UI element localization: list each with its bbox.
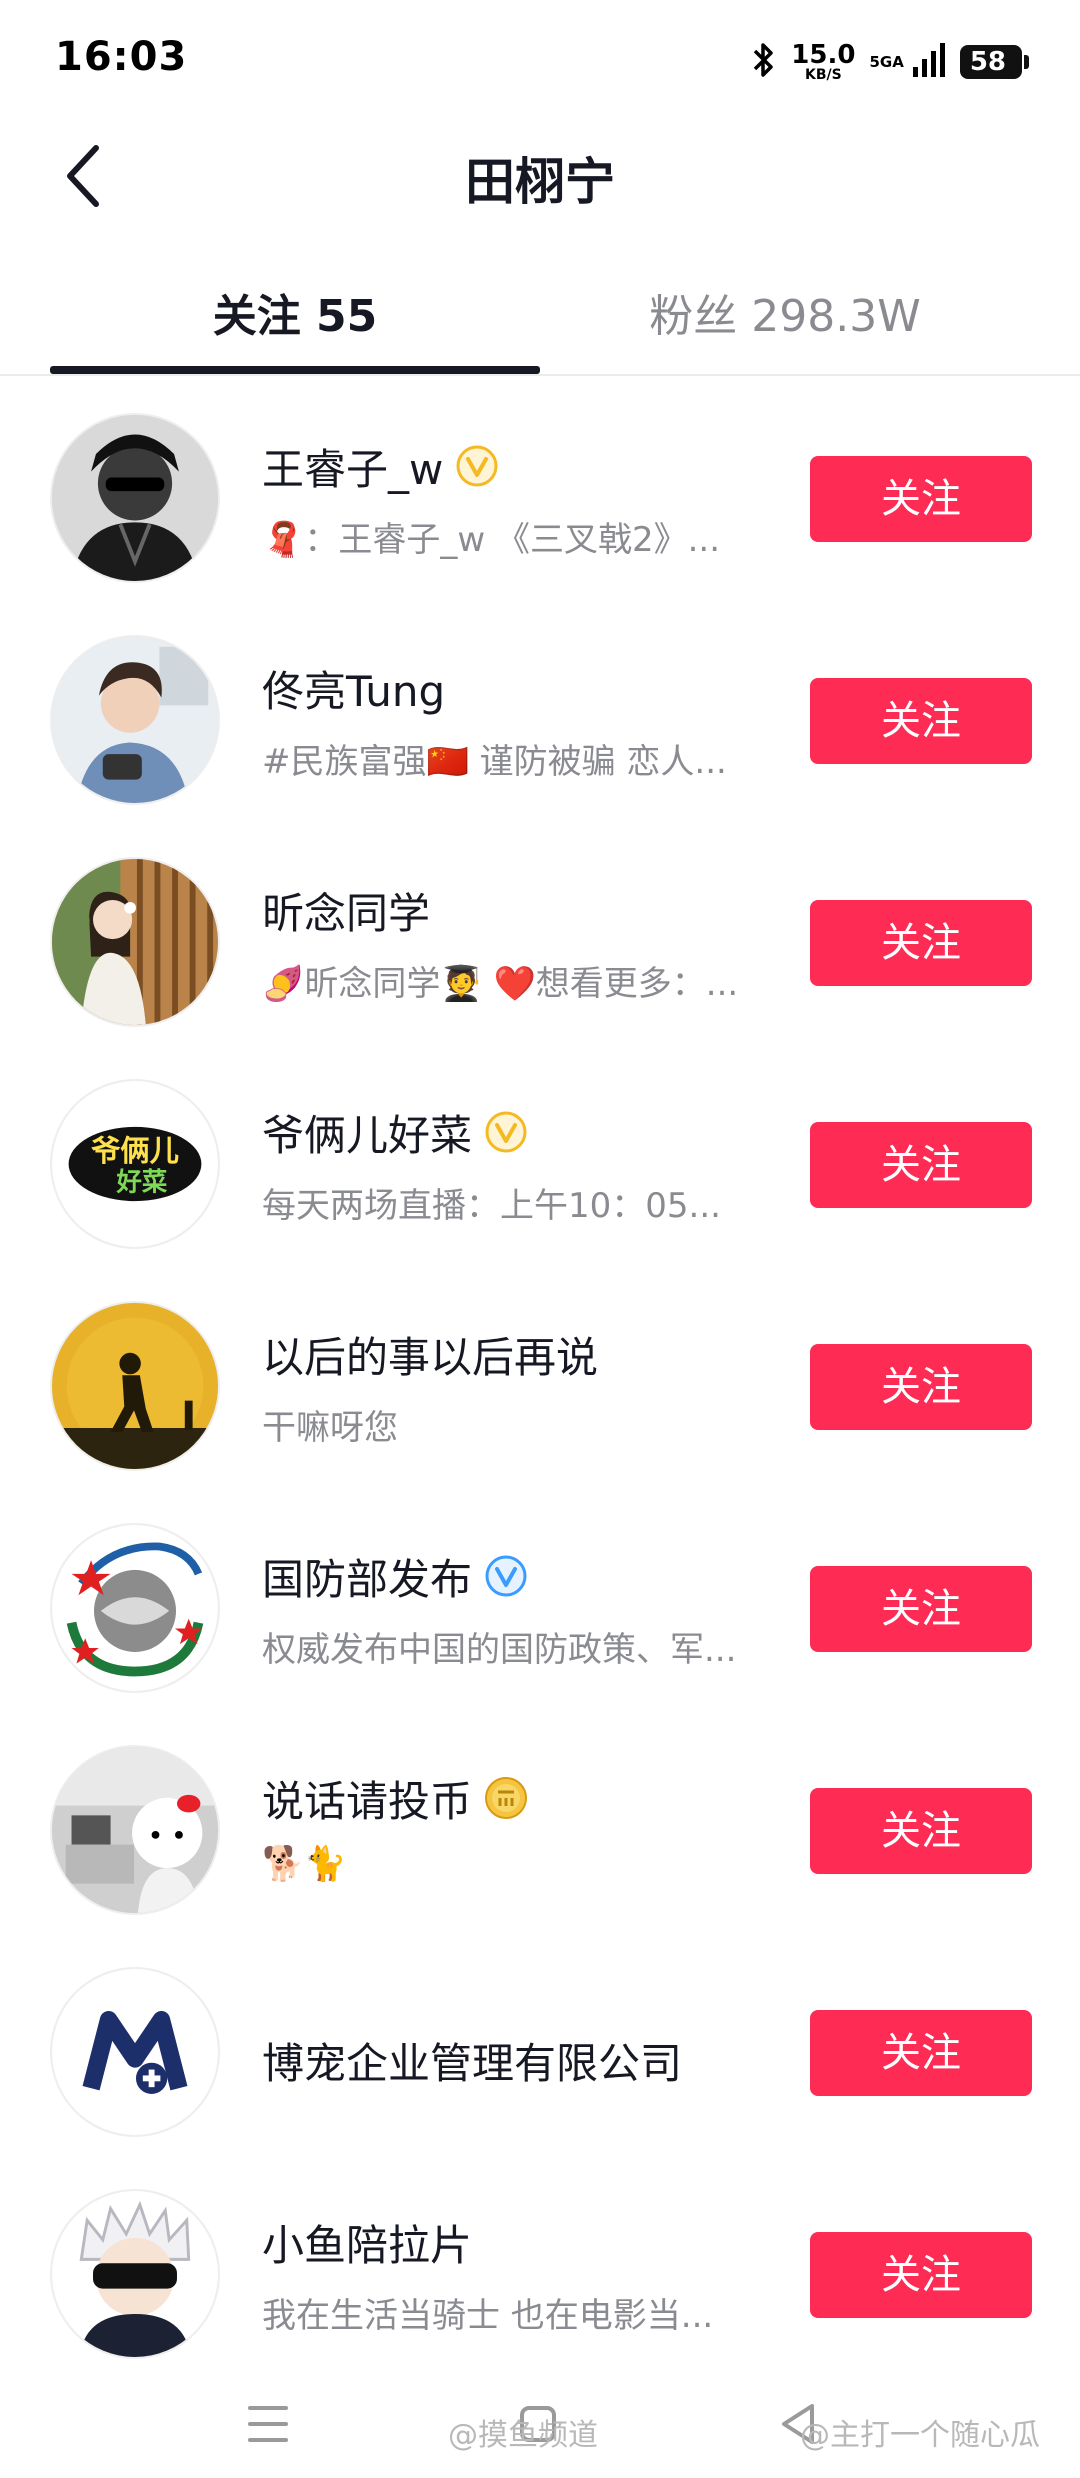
signal-icon: [912, 41, 946, 83]
avatar[interactable]: 爷俩儿 好菜: [50, 1079, 220, 1249]
verified-badge-icon: [484, 1554, 528, 1598]
user-name[interactable]: 博宠企业管理有限公司: [262, 2030, 682, 2091]
user-name[interactable]: 说话请投币: [262, 1768, 472, 1829]
user-name[interactable]: 佟亮Tung: [262, 658, 445, 719]
tab-bar: 关注 55 粉丝 298.3W: [0, 250, 1080, 376]
avatar[interactable]: [50, 1745, 220, 1915]
system-nav-bar: @摸鱼频道 @主打一个随心瓜: [0, 2370, 1080, 2478]
list-item[interactable]: 佟亮Tung #民族富强🇨🇳 谨防被骗 恋人... 关注: [0, 632, 1080, 854]
avatar[interactable]: [50, 635, 220, 805]
follow-button[interactable]: 关注: [810, 1566, 1032, 1652]
page-title: 田栩宁: [465, 153, 615, 211]
user-description: 🍠昕念同学🧑‍🎓 ❤️想看更多：...: [262, 964, 739, 1004]
follow-button[interactable]: 关注: [810, 678, 1032, 764]
user-name[interactable]: 爷俩儿好菜: [262, 1102, 472, 1163]
avatar[interactable]: [50, 1967, 220, 2137]
tab-fans[interactable]: 粉丝 298.3W: [540, 280, 1030, 342]
list-item[interactable]: 爷俩儿 好菜 爷俩儿好菜 每天两场直播：上午10：05... 关注: [0, 1076, 1080, 1298]
status-time: 16:03: [55, 34, 188, 80]
list-item[interactable]: 王睿子_w 🧣：王睿子_w 《三叉戟2》... 关注: [0, 410, 1080, 632]
list-item[interactable]: 以后的事以后再说 干嘛呀您 关注: [0, 1298, 1080, 1520]
verified-badge-icon: [455, 444, 499, 488]
avatar[interactable]: [50, 1523, 220, 1693]
user-description: 我在生活当骑士 也在电影当...: [262, 2296, 714, 2336]
avatar[interactable]: [50, 413, 220, 583]
user-description: 干嘛呀您: [262, 1408, 398, 1448]
list-item[interactable]: 国防部发布 权威发布中国的国防政策、军... 关注: [0, 1520, 1080, 1742]
user-description: 🧣：王睿子_w 《三叉戟2》...: [262, 520, 721, 560]
user-name[interactable]: 昕念同学: [262, 880, 430, 941]
tab-active-indicator: [50, 366, 540, 374]
user-description: 权威发布中国的国防政策、军...: [262, 1630, 737, 1670]
menu-nav-button[interactable]: [238, 2394, 298, 2454]
list-item[interactable]: 博宠企业管理有限公司 关注: [0, 1964, 1080, 2186]
bluetooth-icon: [751, 40, 777, 84]
status-icons: 15.0 KB/S 5GA 58: [751, 38, 1030, 86]
battery-indicator: 58: [959, 45, 1030, 79]
network-type: 5GA: [869, 53, 904, 71]
network-speed: 15.0 KB/S: [791, 40, 856, 83]
coin-badge-icon: [484, 1776, 528, 1820]
svg-text:好菜: 好菜: [115, 1166, 167, 1196]
watermark-left: @摸鱼频道: [448, 2418, 598, 2453]
follow-button[interactable]: 关注: [810, 1344, 1032, 1430]
tab-following[interactable]: 关注 55: [50, 280, 540, 342]
watermark-right: @主打一个随心瓜: [800, 2418, 1040, 2453]
list-item[interactable]: 昕念同学 🍠昕念同学🧑‍🎓 ❤️想看更多：... 关注: [0, 854, 1080, 1076]
user-description: 🐕🐈: [262, 1844, 347, 1884]
verified-badge-icon: [484, 1110, 528, 1154]
avatar[interactable]: [50, 857, 220, 1027]
follow-button[interactable]: 关注: [810, 900, 1032, 986]
follow-button[interactable]: 关注: [810, 2232, 1032, 2318]
menu-icon: [248, 2406, 288, 2442]
user-name[interactable]: 以后的事以后再说: [262, 1324, 598, 1385]
avatar-logo-text: 爷俩儿: [91, 1134, 179, 1168]
follow-button[interactable]: 关注: [810, 456, 1032, 542]
user-name[interactable]: 国防部发布: [262, 1546, 472, 1607]
status-bar: 16:03 15.0 KB/S 5GA 58: [0, 0, 1080, 120]
header: 田栩宁: [0, 120, 1080, 230]
user-name[interactable]: 小鱼陪拉片: [262, 2212, 472, 2273]
following-list: 王睿子_w 🧣：王睿子_w 《三叉戟2》... 关注 佟亮Tung #民族富强🇨…: [0, 410, 1080, 2408]
avatar[interactable]: [50, 1301, 220, 1471]
follow-button[interactable]: 关注: [810, 2010, 1032, 2096]
user-name[interactable]: 王睿子_w: [262, 436, 443, 497]
follow-button[interactable]: 关注: [810, 1122, 1032, 1208]
user-description: #民族富强🇨🇳 谨防被骗 恋人...: [262, 742, 727, 782]
list-item[interactable]: 说话请投币 🐕🐈 关注: [0, 1742, 1080, 1964]
user-description: 每天两场直播：上午10：05...: [262, 1186, 721, 1226]
follow-button[interactable]: 关注: [810, 1788, 1032, 1874]
avatar[interactable]: [50, 2189, 220, 2359]
